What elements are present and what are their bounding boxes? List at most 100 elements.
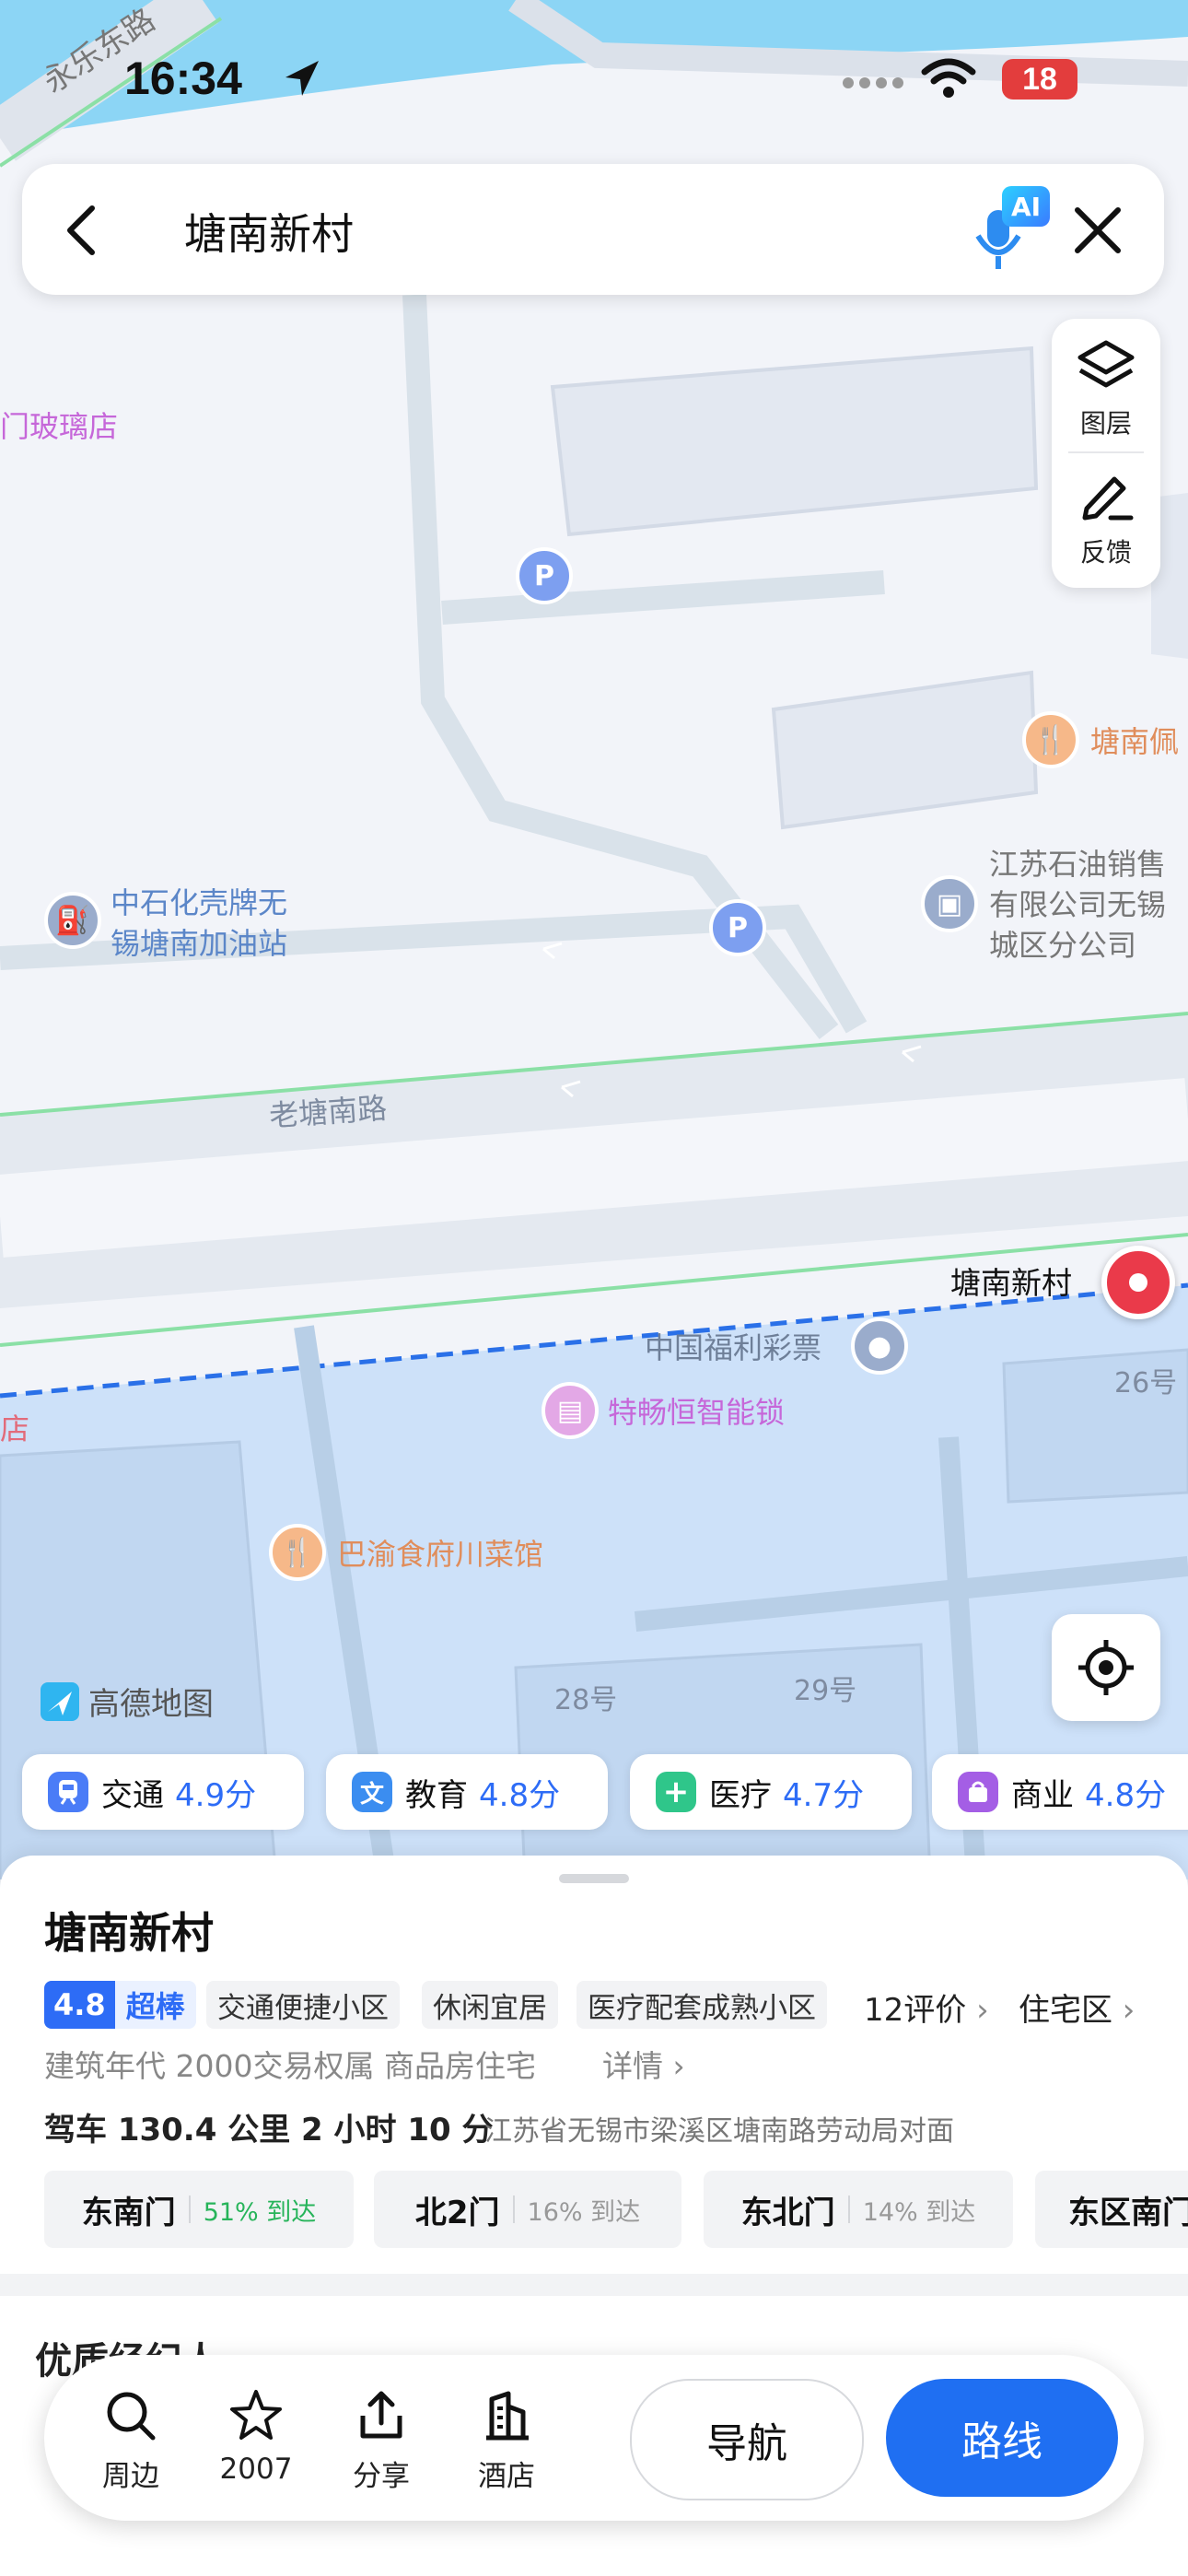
amap-logo: 高德地图 xyxy=(39,1679,214,1724)
poi-label-jiangsu-petroleum[interactable]: 江苏石油销售 有限公司无锡 城区分公司 xyxy=(989,844,1166,966)
gate-east-south[interactable]: 东区南门 xyxy=(1035,2171,1188,2248)
layers-button[interactable]: 图层 xyxy=(1052,319,1160,450)
gate-northeast[interactable]: 东北门 14% 到达 xyxy=(704,2171,1013,2248)
gate-arrival-pct: 16% 到达 xyxy=(527,2197,641,2227)
details-link[interactable]: 详情 › xyxy=(602,2042,685,2086)
share-button[interactable]: 分享 xyxy=(326,2388,437,2494)
score-chip-shopping[interactable]: 商业 4.8分 xyxy=(932,1754,1188,1830)
shopping-icon xyxy=(958,1772,998,1812)
poi-label-gas-line2: 锡塘南加油站 xyxy=(111,926,288,961)
rating-badge[interactable]: 4.8 超棒 xyxy=(44,1981,196,2029)
signal-dots-icon xyxy=(843,77,903,88)
feedback-label: 反馈 xyxy=(1079,537,1132,568)
score-value-education: 4.8分 xyxy=(479,1776,561,1814)
gas-station-icon[interactable]: ⛽ xyxy=(44,892,101,949)
search-bar[interactable]: 塘南新村 AI xyxy=(22,164,1164,295)
location-pin-icon[interactable] xyxy=(1101,1246,1175,1319)
bottom-toolbar: 周边 2007 分享 酒店 导航 路线 xyxy=(44,2355,1144,2521)
gate-arrival-pct: 51% 到达 xyxy=(203,2197,317,2227)
reviews-count: 12评价 xyxy=(864,1992,967,2029)
gate-separator xyxy=(512,2195,515,2223)
score-chip-medical[interactable]: + 医疗 4.7分 xyxy=(630,1754,912,1830)
chevron-right-icon: › xyxy=(966,1992,989,2029)
category-text: 住宅区 xyxy=(1019,1992,1112,2029)
section-divider xyxy=(0,2274,1188,2296)
lottery-icon[interactable]: ● xyxy=(851,1317,908,1375)
build-info: 建筑年代 2000交易权属 商品房住宅 xyxy=(44,2048,536,2084)
score-label-education: 教育 xyxy=(405,1776,468,1814)
restaurant-icon[interactable]: 🍴 xyxy=(1022,711,1079,768)
office-icon[interactable]: ▣ xyxy=(921,875,978,932)
parking-icon[interactable]: P xyxy=(516,547,573,604)
tag-medical: 医疗配套成熟小区 xyxy=(577,1981,827,2029)
poi-label-tangnan-pei[interactable]: 塘南佩 xyxy=(1090,719,1179,761)
amap-logo-icon xyxy=(41,1681,79,1721)
rating-word: 超棒 xyxy=(125,1989,185,2024)
location-arrow-icon xyxy=(285,61,319,96)
gate-separator xyxy=(847,2195,850,2223)
poi-label-jiangsu-line3: 城区分公司 xyxy=(989,928,1137,963)
address: 江苏省无锡市梁溪区塘南路劳动局对面 xyxy=(484,2115,954,2148)
favorite-count: 2007 xyxy=(219,2453,293,2486)
poi-label-gas-line1: 中石化壳牌无 xyxy=(111,885,288,920)
close-icon[interactable] xyxy=(1072,205,1124,256)
poi-label-sichuan-restaurant[interactable]: 巴渝食府川菜馆 xyxy=(337,1531,543,1574)
score-value-traffic: 4.9分 xyxy=(175,1776,257,1814)
drive-info: 驾车 130.4 公里 2 小时 10 分 xyxy=(44,2112,494,2149)
reviews-link[interactable]: 12评价 › xyxy=(864,1985,989,2030)
nearby-label: 周边 xyxy=(102,2460,159,2493)
building-28-label: 28号 xyxy=(554,1684,618,1716)
favorite-button[interactable]: 2007 xyxy=(201,2388,311,2486)
search-input[interactable]: 塘南新村 xyxy=(184,201,354,262)
poi-label-gas-station[interactable]: 中石化壳牌无 锡塘南加油站 xyxy=(111,883,287,964)
back-arrow-icon[interactable] xyxy=(63,203,99,258)
score-chip-traffic[interactable]: 交通 4.9分 xyxy=(22,1754,304,1830)
place-title: 塘南新村 xyxy=(44,1908,214,1958)
ai-badge: AI xyxy=(1002,186,1050,227)
feedback-button[interactable]: 反馈 xyxy=(1052,455,1160,586)
route-button[interactable]: 路线 xyxy=(886,2379,1118,2497)
train-icon xyxy=(48,1772,88,1812)
shop-icon[interactable]: ▤ xyxy=(542,1382,599,1439)
chevron-right-icon-3: › xyxy=(663,2048,685,2084)
voice-ai-button[interactable]: AI xyxy=(971,186,1050,275)
building-29-label: 29号 xyxy=(794,1675,857,1707)
tag-leisure: 休闲宜居 xyxy=(422,1981,558,2029)
poi-label-smart-lock[interactable]: 特畅恒智能锁 xyxy=(608,1389,785,1432)
gate-north-2[interactable]: 北2门 16% 到达 xyxy=(374,2171,681,2248)
poi-label-glass[interactable]: 门玻璃店 xyxy=(0,404,118,446)
restaurant-icon-2[interactable]: 🍴 xyxy=(269,1524,326,1581)
sheet-drag-handle[interactable] xyxy=(559,1874,629,1883)
nearby-button[interactable]: 周边 xyxy=(76,2388,186,2494)
crosshair-icon xyxy=(1078,1640,1134,1695)
selected-place-label[interactable]: 塘南新村 xyxy=(950,1259,1072,1303)
gate-separator xyxy=(188,2195,191,2223)
hotel-building-icon xyxy=(486,2391,529,2441)
gate-name: 北2门 xyxy=(414,2194,500,2231)
gate-name: 东北门 xyxy=(740,2194,835,2231)
navigate-button[interactable]: 导航 xyxy=(630,2379,864,2500)
poi-label-fragment[interactable]: 店 xyxy=(0,1406,29,1448)
medical-icon: + xyxy=(656,1772,696,1812)
wifi-icon xyxy=(921,58,976,98)
hotel-button[interactable]: 酒店 xyxy=(451,2388,562,2494)
parking-icon-2[interactable]: P xyxy=(709,899,766,956)
gate-arrival-pct: 14% 到达 xyxy=(862,2197,976,2227)
road-label-laotangnan: 老塘南路 xyxy=(267,1090,389,1134)
poi-label-lottery[interactable]: 中国福利彩票 xyxy=(645,1325,821,1367)
star-icon xyxy=(230,2390,282,2440)
score-label-medical: 医疗 xyxy=(709,1776,772,1814)
gate-southeast[interactable]: 东南门 51% 到达 xyxy=(44,2171,354,2248)
share-icon xyxy=(360,2391,402,2439)
battery-indicator: 18 xyxy=(1002,59,1077,100)
building-26-label: 26号 xyxy=(1114,1367,1178,1399)
score-chip-education[interactable]: 文 教育 4.8分 xyxy=(326,1754,608,1830)
gate-name: 东南门 xyxy=(81,2194,176,2231)
locate-me-button[interactable] xyxy=(1052,1614,1160,1721)
edit-pencil-icon xyxy=(1082,476,1134,521)
category-link[interactable]: 住宅区 › xyxy=(1019,1985,1135,2030)
score-label-shopping: 商业 xyxy=(1011,1776,1074,1814)
score-value-medical: 4.7分 xyxy=(783,1776,865,1814)
search-icon xyxy=(107,2392,156,2441)
tool-divider xyxy=(1068,451,1144,453)
